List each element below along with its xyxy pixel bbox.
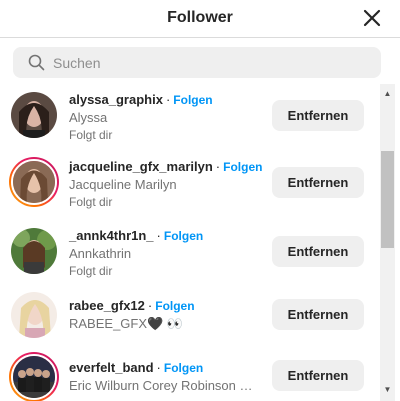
username[interactable]: rabee_gfx12 [69,298,145,313]
separator: · [156,360,161,375]
username[interactable]: everfelt_band [69,360,154,375]
dialog-title: Follower [167,9,233,26]
remove-button[interactable]: Entfernen [272,167,364,198]
full-name: Jacqueline Marilyn [69,177,177,192]
search-input[interactable] [53,47,373,78]
full-name: Annkathrin [69,246,132,261]
username[interactable]: jacqueline_gfx_marilyn [69,159,213,174]
scrollbar[interactable]: ▲ ▼ [380,84,395,401]
follow-link[interactable]: Folgen [155,299,194,313]
avatar[interactable] [11,228,57,274]
username[interactable]: _annk4thr1n_ [69,228,154,243]
scrollbar-thumb[interactable] [381,151,394,248]
avatar[interactable] [11,92,57,138]
avatar[interactable] [9,352,59,401]
follow-link[interactable]: Folgen [164,361,203,375]
full-name: Alyssa [69,110,108,125]
follow-link[interactable]: Folgen [223,160,262,174]
full-name: Eric Wilburn Corey Robinson … [69,378,253,393]
follower-row: jacqueline_gfx_marilyn · Folgen Jacqueline… [0,157,380,223]
close-icon[interactable] [362,8,382,28]
remove-button[interactable]: Entfernen [272,236,364,267]
avatar[interactable] [11,292,57,338]
remove-button[interactable]: Entfernen [272,100,364,131]
separator: · [147,298,153,313]
dialog-header: Follower [0,0,400,38]
full-name: RABEE_GFX🖤 👀 [69,316,184,331]
follower-list[interactable]: alyssa_graphix · Folgen Alyssa Folgt dir E… [0,84,380,401]
follow-link[interactable]: Folgen [164,229,203,243]
follower-row: alyssa_graphix · Folgen Alyssa Folgt dir E… [0,92,380,158]
search-icon [28,54,45,71]
avatar[interactable] [9,157,59,207]
username[interactable]: alyssa_graphix [69,92,163,107]
follows-you-label: Folgt dir [69,264,113,278]
scroll-up-icon[interactable]: ▲ [380,86,395,101]
follower-row: _annk4thr1n_ · Folgen Annkathrin Folgt dir… [0,226,380,292]
search-box[interactable] [13,47,381,78]
follow-link[interactable]: Folgen [173,93,212,107]
follows-you-label: Folgt dir [69,195,113,209]
remove-button[interactable]: Entfernen [272,299,364,330]
separator: · [165,92,171,107]
follows-you-label: Folgt dir [69,128,113,142]
follower-row: rabee_gfx12 · Folgen RABEE_GFX🖤 👀 Entferne… [0,292,380,358]
separator: · [156,228,161,243]
separator: · [215,159,221,174]
remove-button[interactable]: Entfernen [272,360,364,391]
follower-row: everfelt_band · Folgen Eric Wilburn Corey … [0,352,380,401]
scroll-down-icon[interactable]: ▼ [380,382,395,397]
